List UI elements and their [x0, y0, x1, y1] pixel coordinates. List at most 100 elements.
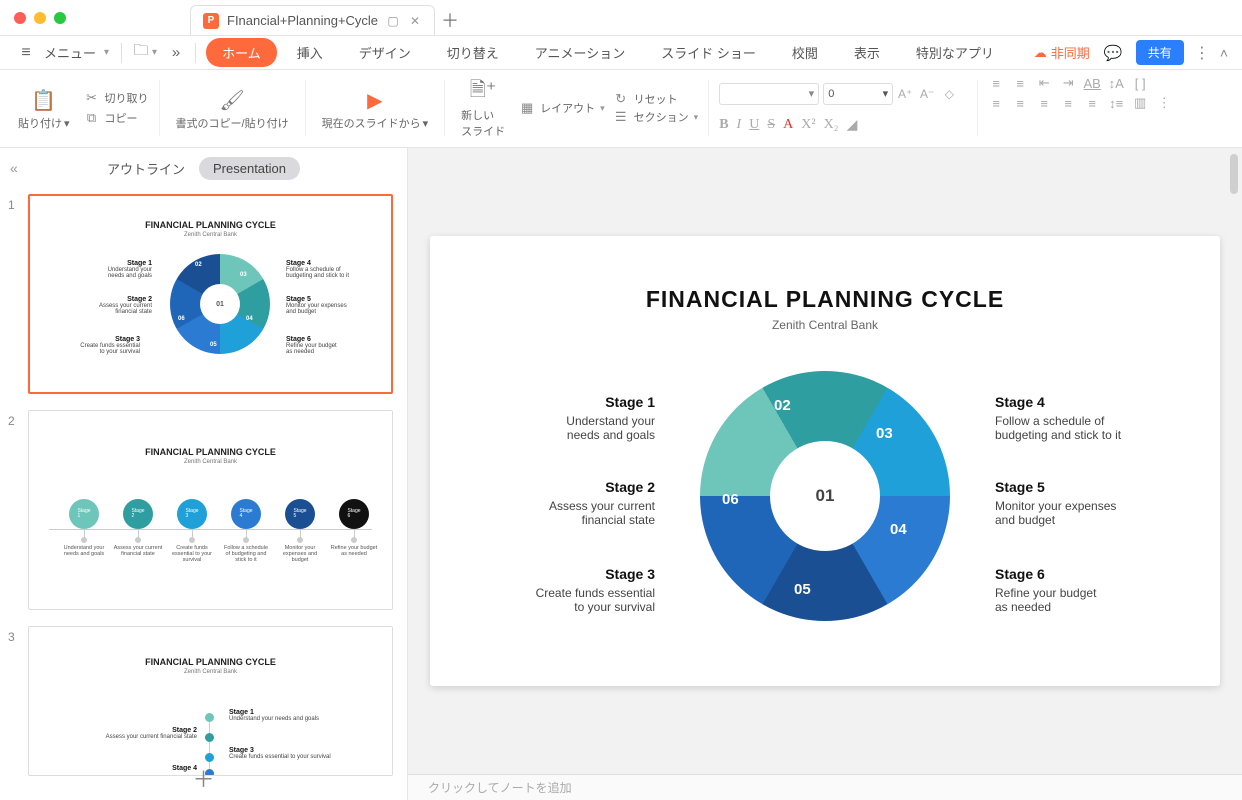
- align-center-icon[interactable]: ≡: [1012, 96, 1028, 110]
- close-tab-icon[interactable]: ✕: [408, 14, 422, 28]
- font-family-select[interactable]: ▾: [719, 83, 819, 105]
- close-window[interactable]: [14, 12, 26, 24]
- timeline-node: Stage 3: [177, 499, 207, 529]
- paste-group[interactable]: 📋 貼り付け▾: [12, 76, 76, 140]
- tab-view[interactable]: 表示: [838, 38, 896, 67]
- text-direction-icon[interactable]: ↕A: [1108, 76, 1124, 90]
- outline-tab[interactable]: アウトライン: [107, 159, 185, 178]
- thumb-title: FINANCIAL PLANNING CYCLE: [30, 220, 391, 230]
- vertical-scrollbar[interactable]: [1230, 154, 1238, 768]
- separator: [977, 80, 978, 136]
- chevron-down-icon: ▾: [152, 47, 157, 58]
- format-painter-button[interactable]: 🖌 書式のコピー/貼り付け: [170, 76, 295, 140]
- font-size-select[interactable]: 0▾: [823, 83, 893, 105]
- bold-icon[interactable]: B: [719, 117, 728, 134]
- tab-special[interactable]: 特別なアプリ: [900, 38, 1010, 67]
- indent-increase-icon[interactable]: ⇥: [1060, 76, 1076, 90]
- slide-thumbnail-3[interactable]: FINANCIAL PLANNING CYCLE Zenith Central …: [28, 626, 393, 776]
- chevron-down-icon: ▾: [104, 47, 109, 58]
- copy-button[interactable]: ⧉コピー: [84, 110, 149, 126]
- distribute-icon[interactable]: ≡: [1084, 96, 1100, 110]
- slideshow-icon[interactable]: ▢: [386, 14, 400, 28]
- slide-thumbnail-2[interactable]: FINANCIAL PLANNING CYCLE Zenith Central …: [28, 410, 393, 610]
- mini-hub: 01: [200, 284, 240, 324]
- tab-insert[interactable]: 挿入: [281, 38, 339, 67]
- layout-button[interactable]: ▦レイアウト▾: [519, 100, 605, 116]
- notes-pane[interactable]: クリックしてノートを追加: [408, 774, 1242, 800]
- numbering-icon[interactable]: ≡: [1012, 76, 1028, 90]
- font-size-value: 0: [828, 88, 834, 100]
- thumbnail-list[interactable]: 1 FINANCIAL PLANNING CYCLE Zenith Centra…: [0, 188, 407, 800]
- seg-num: 05: [210, 342, 217, 348]
- superscript-icon[interactable]: X²: [801, 117, 815, 134]
- cut-button[interactable]: ✂切り取り: [84, 90, 149, 106]
- document-tab[interactable]: P FInancial+Planning+Cycle ▢ ✕: [190, 5, 435, 35]
- clear-format-icon[interactable]: ◇: [941, 86, 957, 102]
- tab-animation[interactable]: アニメーション: [519, 38, 641, 67]
- highlight-icon[interactable]: ◢: [847, 117, 858, 134]
- open-folder-icon[interactable]: 🗀: [128, 40, 154, 66]
- underline-icon[interactable]: U: [749, 117, 759, 134]
- sync-button[interactable]: ☁非同期: [1034, 43, 1090, 62]
- collapse-ribbon-icon[interactable]: ˄: [1220, 45, 1228, 61]
- cycle-chart: 01 02 03 04 05 06: [700, 371, 950, 621]
- play-circle-icon: ▶: [367, 85, 382, 115]
- bullets-icon[interactable]: ≡: [988, 76, 1004, 90]
- collapse-panel-icon[interactable]: «: [10, 160, 18, 176]
- tab-review[interactable]: 校閲: [776, 38, 834, 67]
- comment-icon[interactable]: 💬: [1100, 40, 1126, 66]
- thumbnail-row: 2 FINANCIAL PLANNING CYCLE Zenith Centra…: [8, 410, 393, 610]
- new-slide-button[interactable]: 🗎⁺ 新しい スライド: [455, 76, 511, 140]
- slide-thumbnail-1[interactable]: FINANCIAL PLANNING CYCLE Zenith Central …: [28, 194, 393, 394]
- canvas[interactable]: FINANCIAL PLANNING CYCLE Zenith Central …: [408, 148, 1242, 774]
- timeline-label: Follow a schedule of budgeting and stick…: [221, 545, 271, 563]
- indent-decrease-icon[interactable]: ⇤: [1036, 76, 1052, 90]
- bracket-icon[interactable]: [ ]: [1132, 76, 1148, 90]
- tab-home[interactable]: ホーム: [206, 38, 277, 67]
- segment-number: 03: [876, 425, 893, 442]
- paragraph-more-icon[interactable]: ⋮: [1156, 96, 1172, 110]
- separator: [305, 80, 306, 136]
- maximize-window[interactable]: [54, 12, 66, 24]
- stage-text: Stage 6Refine your budget as needed: [995, 566, 1135, 614]
- stage-body: Follow a schedule of budgeting and stick…: [995, 414, 1121, 442]
- change-case-icon[interactable]: AB: [1084, 76, 1100, 90]
- align-left-icon[interactable]: ≡: [988, 96, 1004, 110]
- share-button[interactable]: 共有: [1136, 40, 1184, 65]
- from-current-slide-button[interactable]: ▶ 現在のスライドから▾: [316, 76, 435, 140]
- scrollbar-thumb[interactable]: [1230, 154, 1238, 194]
- increase-font-icon[interactable]: A⁺: [897, 86, 913, 102]
- v-h: Stage 1: [229, 709, 319, 716]
- more-icon[interactable]: ⋮: [1194, 43, 1210, 63]
- tab-slideshow[interactable]: スライド ショー: [645, 38, 772, 67]
- font-color-icon[interactable]: A: [783, 117, 793, 134]
- active-slide[interactable]: FINANCIAL PLANNING CYCLE Zenith Central …: [430, 236, 1220, 686]
- chevron-right-icon[interactable]: »: [163, 40, 189, 66]
- line-spacing-icon[interactable]: ↕≡: [1108, 96, 1124, 110]
- italic-icon[interactable]: I: [737, 117, 742, 134]
- strikethrough-icon[interactable]: S: [767, 117, 775, 134]
- title-bar: P FInancial+Planning+Cycle ▢ ✕ ＋: [0, 0, 1242, 36]
- tab-design[interactable]: デザイン: [343, 38, 427, 67]
- presentation-tab[interactable]: Presentation: [199, 157, 300, 180]
- minimize-window[interactable]: [34, 12, 46, 24]
- timeline-knob: [135, 537, 141, 543]
- align-right-icon[interactable]: ≡: [1036, 96, 1052, 110]
- subscript-icon[interactable]: X₂: [824, 117, 839, 134]
- decrease-font-icon[interactable]: A⁻: [919, 86, 935, 102]
- thumb-subtitle: Zenith Central Bank: [30, 232, 391, 238]
- columns-icon[interactable]: ▥: [1132, 96, 1148, 110]
- hamburger-icon[interactable]: ≡: [14, 44, 38, 62]
- layout-label: レイアウト: [540, 100, 595, 116]
- section-button[interactable]: ☰セクション▾: [613, 109, 699, 125]
- ribbon: 📋 貼り付け▾ ✂切り取り ⧉コピー 🖌 書式のコピー/貼り付け ▶ 現在のスラ…: [0, 70, 1242, 148]
- menu-label[interactable]: メニュー: [44, 43, 96, 62]
- timeline-knob: [351, 537, 357, 543]
- stage-text: Stage 1Understand your needs and goals: [515, 394, 655, 442]
- new-tab-button[interactable]: ＋: [435, 5, 465, 35]
- align-justify-icon[interactable]: ≡: [1060, 96, 1076, 110]
- tab-transition[interactable]: 切り替え: [431, 38, 515, 67]
- reset-button[interactable]: ↻リセット: [613, 91, 699, 107]
- add-slide-button[interactable]: ＋: [192, 762, 214, 794]
- slide-number: 3: [8, 626, 22, 644]
